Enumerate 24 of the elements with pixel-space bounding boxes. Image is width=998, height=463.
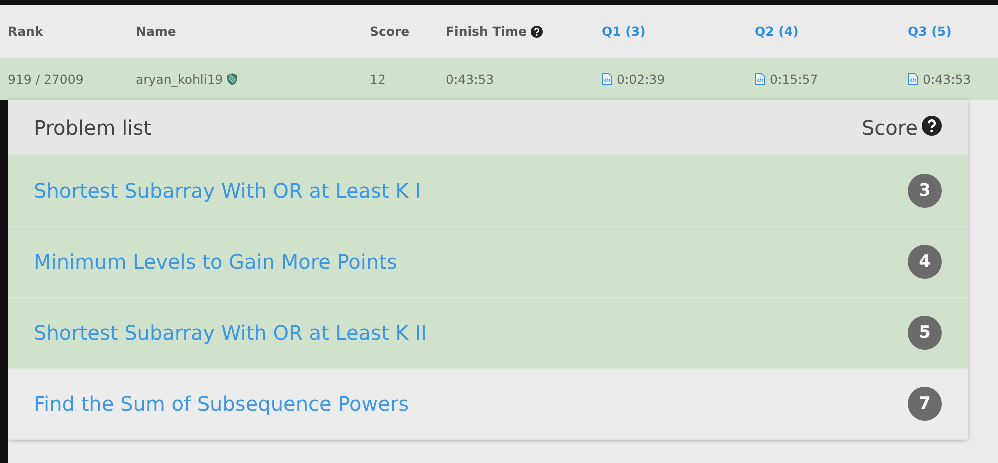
rank-cell: 919 / 27009	[0, 59, 128, 100]
score-label: Score	[862, 116, 918, 140]
score-badge: 7	[908, 387, 942, 421]
panel-title: Problem list	[34, 116, 152, 140]
help-icon[interactable]	[922, 116, 942, 136]
help-icon[interactable]	[531, 26, 544, 38]
problem-link[interactable]: Shortest Subarray With OR at Least K I	[34, 179, 422, 203]
solve-time: 0:02:39	[617, 72, 666, 87]
code-file-icon[interactable]	[755, 73, 766, 86]
score-badge: 4	[908, 245, 942, 279]
score-badge: 5	[908, 316, 942, 350]
score-cell: 12	[362, 59, 438, 100]
score-badge: 3	[908, 174, 942, 208]
solve-time: 0:15:57	[770, 72, 818, 87]
problem-link[interactable]: Minimum Levels to Gain More Points	[34, 250, 398, 274]
solve-time: 0:43:53	[923, 72, 972, 87]
column-header-label: Finish Time	[446, 24, 528, 39]
code-file-icon[interactable]	[602, 73, 613, 86]
username: aryan_kohli19	[136, 72, 224, 87]
code-file-icon[interactable]	[908, 73, 919, 86]
finish-time-cell: 0:43:53	[438, 59, 594, 100]
problem-link[interactable]: Shortest Subarray With OR at Least K II	[34, 321, 427, 345]
shield-icon	[227, 73, 238, 86]
problem-link[interactable]: Find the Sum of Subsequence Powers	[34, 392, 410, 416]
